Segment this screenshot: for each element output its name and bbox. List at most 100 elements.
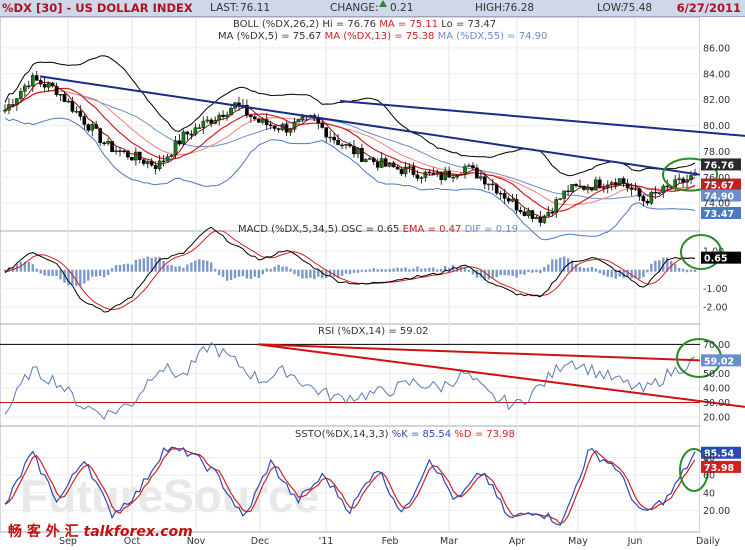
candle-body [165, 156, 170, 162]
candle-body [467, 165, 471, 167]
candle-body [102, 142, 106, 144]
candle-body [161, 160, 166, 163]
macd-histogram-bar [515, 269, 518, 278]
macd-histogram-bar [95, 269, 98, 277]
candle-body [546, 212, 551, 217]
macd-histogram-bar [555, 259, 558, 272]
macd-histogram-bar [285, 266, 288, 272]
candle-body [82, 116, 87, 125]
candle-body [253, 116, 257, 120]
candle-body [181, 131, 186, 145]
candle-body [197, 127, 202, 129]
macd-y-tick: 1.00 [703, 247, 724, 258]
x-tick-label: Jun [627, 536, 643, 547]
x-tick-label: Mar [440, 536, 458, 547]
ssto-prefix: SSTO(%DX,14,3,3) [295, 429, 389, 440]
candle-body [169, 154, 174, 157]
price-y-tick: 78.00 [703, 147, 730, 158]
candle-body [419, 177, 424, 179]
macd-histogram-bar [594, 268, 598, 272]
candle-body [407, 166, 412, 168]
candle-body [431, 172, 436, 175]
macd-histogram-bar [134, 260, 138, 272]
macd-histogram-bar [83, 269, 86, 284]
macd-histogram-bar [495, 269, 498, 278]
macd-histogram-bar [126, 263, 130, 272]
x-tick-label: '11 [319, 536, 334, 547]
macd-histogram-bar [91, 269, 94, 277]
macd-histogram-bar [356, 269, 360, 273]
price-y-tick: 86.00 [703, 43, 730, 54]
macd-histogram-bar [590, 266, 594, 272]
candle-body [130, 156, 134, 161]
candle-body [74, 110, 79, 113]
macd-histogram-bar [138, 259, 142, 272]
macd-histogram-bar [598, 269, 602, 274]
macd-histogram-bar [305, 269, 308, 279]
macd-histogram-bar [166, 264, 169, 272]
macd-histogram-bar [79, 269, 82, 287]
macd-histogram-bar [368, 269, 372, 272]
candle-body [118, 150, 122, 152]
macd-histogram-bar [578, 266, 582, 272]
candle-body [399, 168, 404, 175]
candle-body [249, 115, 253, 117]
candle-body [86, 124, 91, 131]
macd-histogram-bar [102, 269, 106, 278]
macd-y-tick: -1.00 [703, 284, 728, 295]
candle-body [368, 158, 372, 160]
candle-body [185, 131, 190, 135]
macd-histogram-bar [420, 268, 423, 272]
candle-body [78, 110, 83, 117]
macd-histogram-bar [547, 264, 550, 272]
rsi-y-tick: 20.00 [703, 413, 730, 424]
macd-histogram-bar [202, 260, 205, 272]
candle-body [483, 176, 487, 185]
ssto-y-tick: 80 [703, 453, 715, 464]
macd-histogram-bar [174, 266, 177, 272]
macd-histogram-bar [412, 268, 415, 272]
macd-histogram-bar [582, 267, 586, 272]
candle-body [316, 118, 321, 124]
macd-osc: OSC = 0.65 [341, 224, 399, 235]
macd-histogram-bar [558, 257, 562, 272]
macd-histogram-bar [400, 268, 403, 272]
candle-body [415, 174, 420, 179]
candle-body [260, 119, 265, 123]
candle-body [177, 140, 182, 145]
price-chart-panel: FutureSource 76.7675.6774.9073.47 0.65 5… [0, 16, 745, 547]
macd-histogram-bar [436, 269, 439, 272]
x-tick-label: Apr [509, 536, 526, 547]
macd-histogram-bar [313, 269, 316, 280]
candle-body [141, 159, 146, 164]
macd-histogram-bar [27, 261, 30, 272]
macd-histogram-bar [348, 269, 352, 275]
macd-histogram-bar [289, 268, 292, 272]
candle-body [153, 165, 158, 169]
x-tick-label: Dec [251, 536, 269, 547]
candle-body [613, 182, 618, 185]
macd-histogram-bar [606, 269, 609, 277]
candle-body [90, 124, 95, 131]
candle-body [34, 75, 39, 81]
rsi-y-tick: 40.00 [703, 384, 730, 395]
macd-histogram-bar [332, 269, 336, 277]
candle-body [625, 183, 630, 189]
macd-histogram-bar [646, 269, 649, 273]
candle-body [443, 170, 447, 180]
candle-body [645, 200, 650, 204]
candle-body [320, 122, 325, 128]
candle-body [189, 133, 194, 136]
boll-prefix: BOLL (%DX,26,2) [233, 19, 319, 30]
candle-body [498, 192, 503, 195]
macd-histogram-bar [396, 267, 399, 272]
candle-body [340, 144, 344, 147]
candle-body [42, 83, 47, 88]
candle-body [538, 216, 543, 223]
price-y-tick: 76.00 [703, 173, 730, 184]
candle-body [649, 191, 654, 204]
candle-body [324, 127, 329, 138]
candle-body [364, 159, 368, 162]
candle-body [288, 129, 293, 133]
candle-body [46, 82, 51, 88]
